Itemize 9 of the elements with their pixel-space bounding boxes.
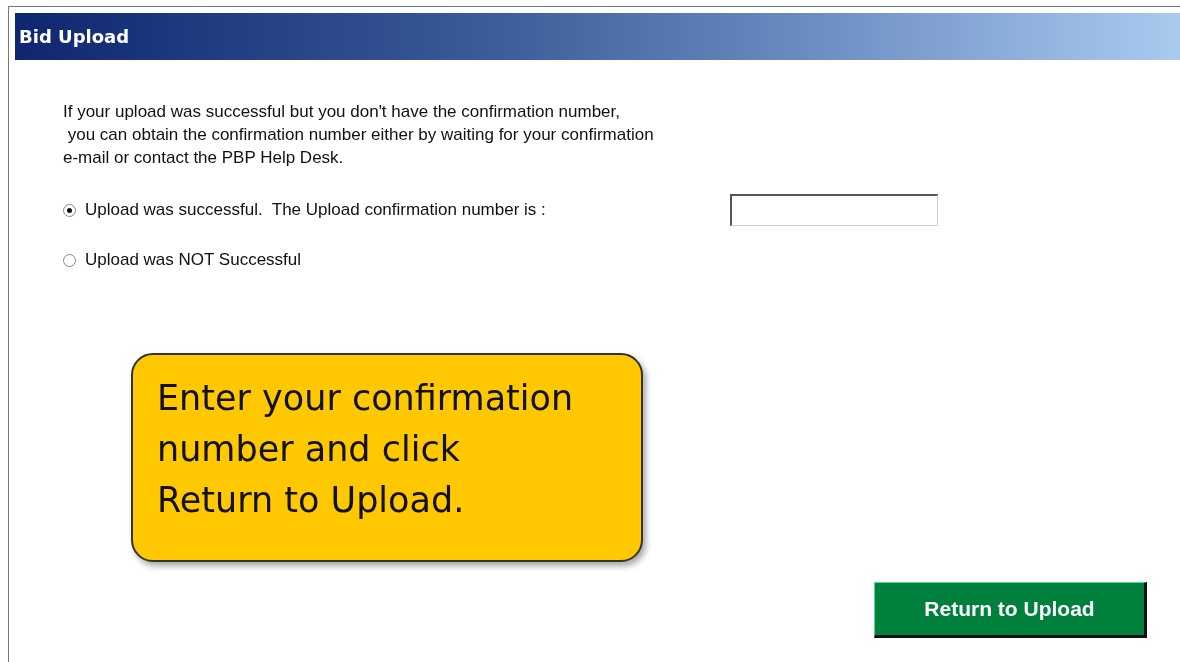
confirmation-number-field[interactable] — [730, 194, 938, 226]
return-button[interactable]: Return to Upload — [874, 582, 1147, 638]
option-label: Upload was NOT Successful — [85, 250, 303, 270]
callout-text: Enter your confirmation number and click Return to Upload. — [157, 377, 575, 522]
window-title: Bid Upload — [19, 26, 130, 47]
radio-button[interactable] — [63, 203, 76, 217]
option-label: Upload was successful. The Upload confirmation number is : — [85, 200, 547, 220]
instruction-text: If your upload was successful but you don't have the confirmation number, you can obtain the confirmation number either by waiting for your confirmation e-mail or contact the PBP Help Desk. — [63, 101, 655, 169]
radio-button[interactable] — [63, 253, 76, 267]
